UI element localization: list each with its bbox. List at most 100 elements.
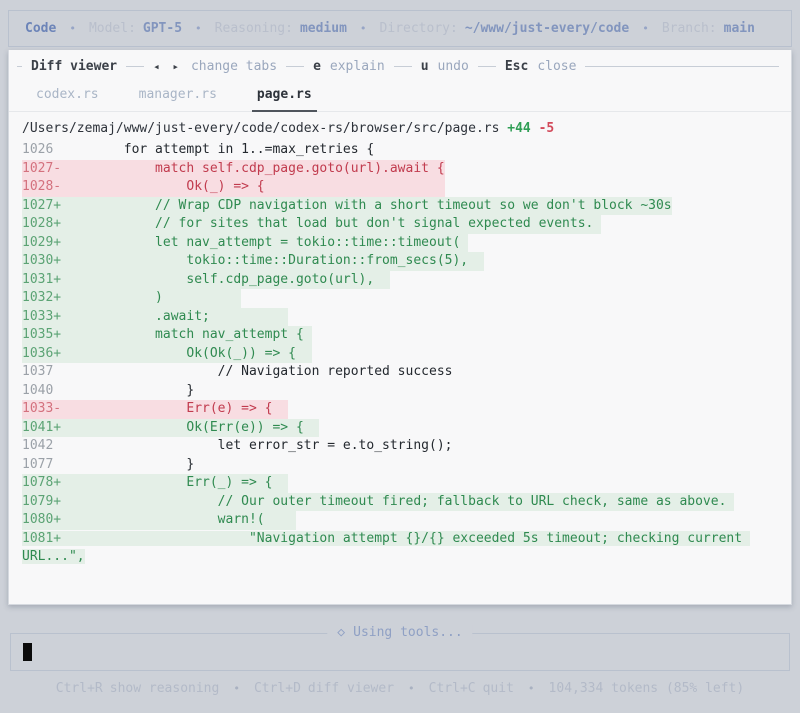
code-text: // Our outer timeout fired; fallback to … xyxy=(61,493,735,509)
line-number: 1033+ xyxy=(22,308,62,324)
line-number: 1036+ xyxy=(22,345,62,361)
text-cursor xyxy=(23,643,32,661)
app-name: Code xyxy=(25,21,57,36)
code-text: match nav_attempt { xyxy=(61,327,312,342)
diff-line: 1032+ ) xyxy=(22,289,785,308)
explain-hint: explain xyxy=(329,59,385,74)
code-text: } xyxy=(61,382,195,398)
code-text: "Navigation attempt {}/{} exceeded 5s ti… xyxy=(22,530,750,565)
diff-line: 1040 } xyxy=(22,382,785,401)
diff-line: 1026 for attempt in 1..=max_retries { xyxy=(22,141,785,160)
tab-manager-rs[interactable]: manager.rs xyxy=(134,87,222,111)
bullet-icon: • xyxy=(195,22,202,35)
file-path-row: /Users/zemaj/www/just-every/code/codex-r… xyxy=(9,112,791,139)
bullet-icon: • xyxy=(233,682,240,695)
diff-line: 1035+ match nav_attempt { xyxy=(22,326,785,345)
code-text: Ok(_) => { xyxy=(61,179,445,194)
deletions-count: -5 xyxy=(538,121,555,136)
diff-viewer-panel: Diff viewer ◂ ▸ change tabs e explain u … xyxy=(8,50,792,605)
branch-label: Branch: xyxy=(661,21,717,36)
quit-shortcut-label: quit xyxy=(482,681,514,696)
code-text: self.cdp_page.goto(url), xyxy=(61,271,390,287)
esc-key: Esc xyxy=(504,59,529,74)
code-text: warn!( xyxy=(61,512,296,527)
diff-lines: 1026 for attempt in 1..=max_retries {102… xyxy=(9,139,791,567)
border-line xyxy=(17,66,22,67)
diff-line: 1027+ // Wrap CDP navigation with a shor… xyxy=(22,196,785,215)
titlebar: Code • Model: GPT-5 • Reasoning: medium … xyxy=(8,10,792,47)
reasoning-shortcut: Ctrl+R xyxy=(55,681,103,696)
directory-info: Directory: ~/www/just-every/code xyxy=(380,21,630,36)
show-reasoning-hint: Ctrl+R show reasoning xyxy=(56,681,220,696)
undo-key: u xyxy=(420,59,429,74)
code-text: Err(_) => { xyxy=(61,475,289,490)
diff-line: 1037 // Navigation reported success xyxy=(22,363,785,382)
line-number: 1040 xyxy=(22,382,62,398)
diff-line: 1031+ self.cdp_page.goto(url), xyxy=(22,270,785,289)
diff-line: 1078+ Err(_) => { xyxy=(22,474,785,493)
diff-line: 1033- Err(e) => { xyxy=(22,400,785,419)
line-number: 1041+ xyxy=(22,419,62,435)
line-number: 1032+ xyxy=(22,290,62,305)
code-text: for attempt in 1..=max_retries { xyxy=(61,142,375,157)
diff-line: 1027- match self.cdp_page.goto(url).awai… xyxy=(22,159,785,178)
explain-key: e xyxy=(313,59,321,74)
directory-value: ~/www/just-every/code xyxy=(464,21,630,36)
diff-viewer-hint: Ctrl+D diff viewer xyxy=(254,681,394,696)
code-text: tokio::time::Duration::from_secs(5), xyxy=(61,253,484,268)
diff-shortcut-label: diff viewer xyxy=(307,681,395,696)
file-tabs: codex.rs manager.rs page.rs xyxy=(9,74,791,112)
line-number: 1081+ xyxy=(22,530,62,546)
line-number: 1027+ xyxy=(22,197,62,213)
code-text: Ok(Err(e)) => { xyxy=(61,419,320,435)
reasoning-value: medium xyxy=(299,21,347,36)
model-info: Model: GPT-5 xyxy=(89,21,182,36)
line-number: 1030+ xyxy=(22,253,62,268)
diamond-icon: ◇ xyxy=(337,625,346,640)
additions-count: +44 xyxy=(507,121,531,136)
code-text: // Navigation reported success xyxy=(61,364,453,379)
panel-title: Diff viewer xyxy=(31,59,118,74)
line-number: 1042 xyxy=(22,438,62,453)
code-text: ) xyxy=(61,290,242,305)
diff-line: 1033+ .await; xyxy=(22,307,785,326)
tab-page-rs[interactable]: page.rs xyxy=(251,87,317,112)
composer-status: ◇ Using tools... xyxy=(327,625,473,640)
diff-line: 1030+ tokio::time::Duration::from_secs(5… xyxy=(22,252,785,271)
code-text: Ok(Ok(_)) => { xyxy=(61,345,312,361)
bullet-icon: • xyxy=(527,682,535,695)
quit-hint: Ctrl+C quit xyxy=(429,681,514,696)
diff-shortcut: Ctrl+D xyxy=(253,681,301,696)
line-number: 1035+ xyxy=(22,327,62,342)
code-text: match self.cdp_page.goto(url).await { xyxy=(61,160,445,176)
tab-codex-rs[interactable]: codex.rs xyxy=(31,87,104,111)
change-tabs-hint: change tabs xyxy=(190,59,278,74)
undo-hint: undo xyxy=(437,59,469,74)
diff-viewer-header: Diff viewer ◂ ▸ change tabs e explain u … xyxy=(9,50,791,74)
diff-line: 1081+ "Navigation attempt {}/{} exceeded… xyxy=(22,530,785,567)
directory-label: Directory: xyxy=(379,21,458,36)
line-number: 1026 xyxy=(22,142,62,157)
border-line xyxy=(393,66,412,67)
code-text: // for sites that load but don't signal … xyxy=(61,216,602,231)
diff-line: 1036+ Ok(Ok(_)) => { xyxy=(22,344,785,363)
composer-status-text: Using tools... xyxy=(353,625,463,640)
line-number: 1027- xyxy=(22,160,62,176)
line-number: 1080+ xyxy=(22,512,62,527)
line-number: 1077 xyxy=(22,456,62,472)
line-number: 1079+ xyxy=(22,493,62,509)
diff-line: 1042 let error_str = e.to_string(); xyxy=(22,437,785,456)
code-text: // Wrap CDP navigation with a short time… xyxy=(61,197,672,213)
code-text: let error_str = e.to_string(); xyxy=(61,438,453,453)
composer-input[interactable]: ◇ Using tools... xyxy=(10,625,790,671)
line-number: 1033- xyxy=(22,401,62,416)
code-text: .await; xyxy=(61,308,289,324)
diff-line: 1029+ let nav_attempt = tokio::time::tim… xyxy=(22,233,785,252)
diff-line: 1079+ // Our outer timeout fired; fallba… xyxy=(22,492,785,511)
close-hint: close xyxy=(537,59,577,74)
diff-line: 1028- Ok(_) => { xyxy=(22,178,785,197)
branch-info: Branch: main xyxy=(662,21,755,36)
diff-line: 1080+ warn!( xyxy=(22,511,785,530)
token-usage: 104,334 tokens (85% left) xyxy=(548,681,745,696)
border-line xyxy=(585,66,779,67)
